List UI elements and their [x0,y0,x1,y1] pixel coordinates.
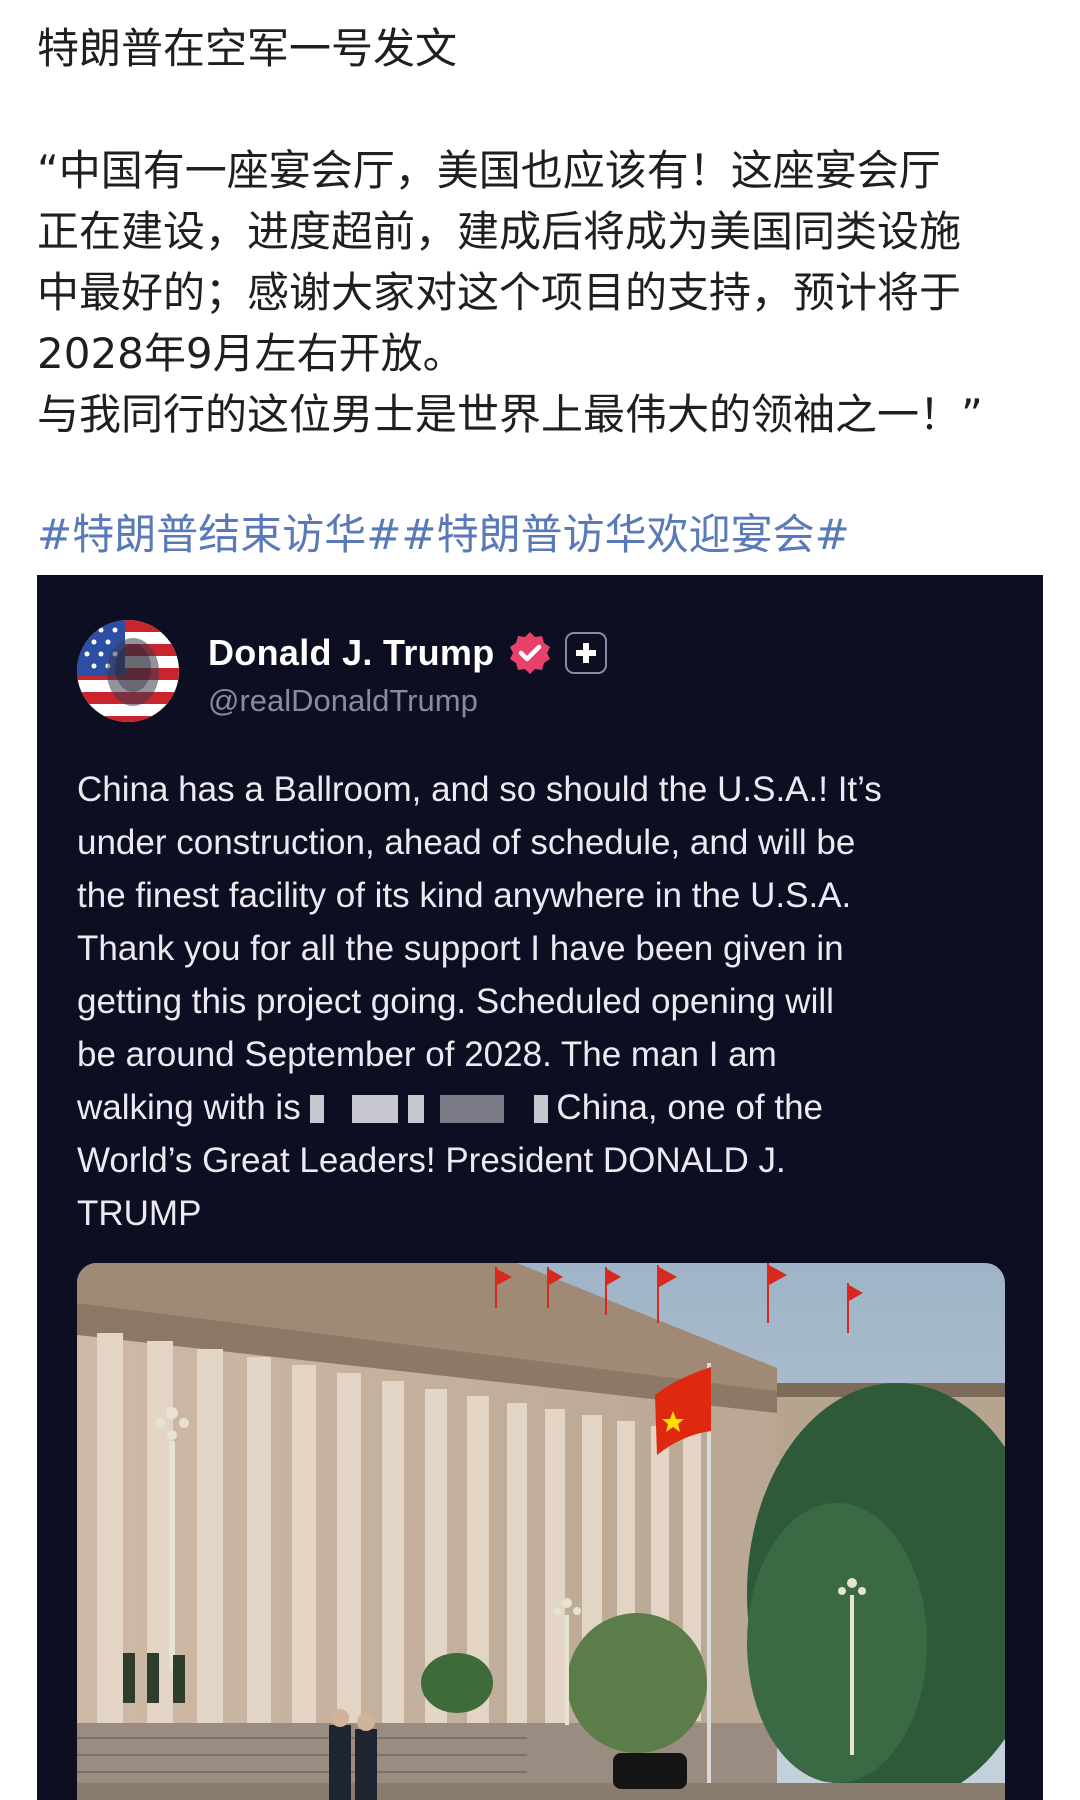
body-line-end: China, one of the [556,1088,824,1127]
trump-flag-avatar[interactable] [77,620,179,722]
body-line: TRUMP [77,1194,202,1233]
redaction-block [534,1095,549,1123]
body-line-redacted: walking with is China, one of the [77,1081,1017,1134]
redaction-block [440,1095,505,1123]
display-name[interactable]: Donald J. Trump [208,632,495,674]
author-handle[interactable]: @realDonaldTrump [208,683,478,719]
body-line: the finest facility of its kind anywhere… [77,876,852,915]
verified-badge-icon [509,632,550,674]
hashtag-welcome-banquet[interactable]: #特朗普访华欢迎宴会# [401,510,849,559]
body-line: under construction, ahead of schedule, a… [77,823,856,862]
body-line: World’s Great Leaders! President DONALD … [77,1141,786,1180]
post-body: China has a Ballroom, and so should the … [77,763,1017,1240]
quote-line: 中最好的；感谢大家对这个项目的支持，预计将于 [37,268,962,317]
body-line: China has a Ballroom, and so should the … [77,770,882,809]
hashtag-row: #特朗普结束访华##特朗普访华欢迎宴会# [37,505,850,565]
post-text: 特朗普在空军一号发文 “中国有一座宴会厅，美国也应该有！这座宴会厅 正在建设，进… [37,18,1047,445]
post-title: 特朗普在空军一号发文 [37,24,458,73]
plus-icon[interactable] [564,632,607,674]
redaction-block [408,1095,425,1123]
author-row: Donald J. Trump [208,625,607,681]
quote-line: 2028年9月左右开放。 [37,329,465,378]
redaction-block [352,1095,399,1123]
attached-photo[interactable] [77,1263,1005,1800]
redaction-block [310,1095,325,1123]
embedded-post-screenshot: Donald J. Trump @realDonaldTrump China h… [37,575,1043,1800]
quote-line: 与我同行的这位男士是世界上最伟大的领袖之一！” [37,390,983,439]
body-line: Thank you for all the support I have bee… [77,929,844,968]
quote-line: 正在建设，进度超前，建成后将成为美国同类设施 [37,207,962,256]
quote-line: “中国有一座宴会厅，美国也应该有！这座宴会厅 [37,146,941,195]
body-line-start: walking with is [77,1088,311,1127]
body-line: getting this project going. Scheduled op… [77,982,834,1021]
hashtag-trump-ends-visit[interactable]: #特朗普结束访华# [37,510,401,559]
body-line: be around September of 2028. The man I a… [77,1035,777,1074]
